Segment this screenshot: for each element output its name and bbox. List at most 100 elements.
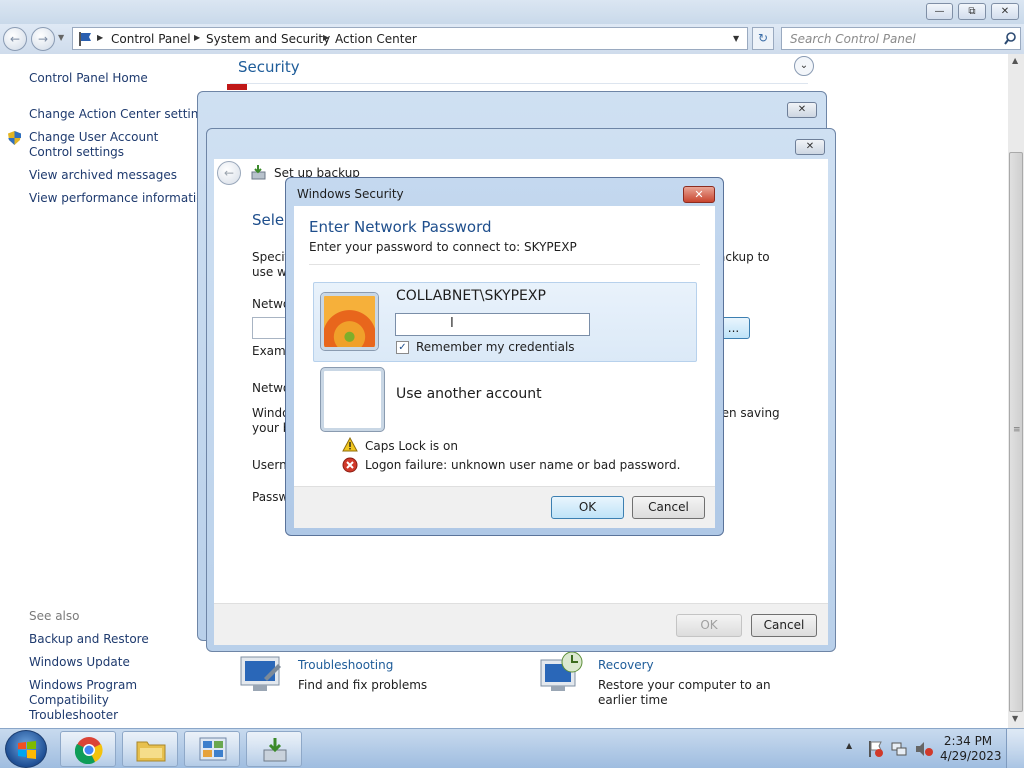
logon-failure-message: Logon failure: unknown user name or bad …	[365, 458, 681, 472]
nav-control-panel-home[interactable]: Control Panel Home	[29, 71, 148, 86]
troubleshooting-link[interactable]: Troubleshooting	[298, 658, 393, 672]
nav-view-performance-information[interactable]: View performance information	[29, 191, 211, 206]
taskbar-control-panel[interactable]	[184, 731, 240, 767]
remember-credentials-checkbox[interactable]: ✓	[396, 341, 409, 354]
windows-security-dialog: Windows Security ✕ Enter Network Passwor…	[285, 177, 724, 536]
security-dialog-divider	[309, 264, 700, 265]
forward-button[interactable]: →	[31, 27, 55, 51]
troubleshooting-icon	[240, 656, 281, 691]
scroll-up-icon[interactable]: ▲	[1012, 56, 1018, 65]
volume-muted-icon[interactable]	[914, 740, 934, 758]
security-dialog-close-button[interactable]: ✕	[683, 186, 715, 203]
system-clock[interactable]: 2:34 PM 4/29/2023	[940, 734, 1002, 764]
taskbar-chrome[interactable]	[60, 731, 116, 767]
backup-icon	[263, 738, 287, 762]
recovery-link[interactable]: Recovery	[598, 658, 654, 672]
windows-logo-icon	[18, 741, 36, 759]
restore-button[interactable]: ⧉	[958, 3, 986, 20]
nav-change-action-center-settings[interactable]: Change Action Center settings	[29, 107, 212, 122]
search-box[interactable]: Search Control Panel	[781, 27, 1021, 50]
window-title-bar: — ⧉ ✕	[0, 0, 1024, 24]
security-dialog-subtitle: Enter your password to connect to: SKYPE…	[309, 240, 577, 254]
security-dialog-title: Windows Security	[297, 187, 404, 201]
taskbar-backup[interactable]	[246, 731, 302, 767]
network-icon[interactable]	[890, 740, 908, 758]
troubleshooting-description: Find and fix problems	[298, 678, 428, 692]
behind-window-close-button[interactable]: ✕	[787, 102, 817, 118]
expand-security-chevron-icon[interactable]: ⌄	[794, 56, 814, 76]
show-hidden-icons-button[interactable]: ▲	[846, 741, 852, 750]
security-ok-button[interactable]: OK	[551, 496, 624, 519]
breadcrumb-separator[interactable]: ▶	[323, 33, 329, 42]
error-icon	[342, 457, 358, 473]
security-dialog-footer: OK Cancel	[294, 486, 715, 528]
security-status-bar	[227, 84, 247, 90]
taskbar-file-explorer[interactable]	[122, 731, 178, 767]
remember-credentials-label[interactable]: Remember my credentials	[416, 340, 575, 354]
start-button[interactable]	[5, 730, 47, 768]
uac-shield-icon	[8, 131, 21, 145]
control-panel-icon	[79, 32, 91, 46]
show-desktop-button[interactable]	[1006, 729, 1024, 768]
text-cursor-icon: I	[450, 316, 454, 331]
setup-backup-cancel-button[interactable]: Cancel	[751, 614, 817, 637]
scroll-down-icon[interactable]: ▼	[1012, 714, 1018, 723]
breadcrumb-system-security[interactable]: System and Security	[206, 32, 330, 46]
section-divider	[230, 83, 808, 84]
setup-backup-spec-text-1: Specif	[252, 250, 289, 264]
address-box[interactable]: ▶ Control Panel ▶ System and Security ▶ …	[72, 27, 748, 50]
folder-icon	[136, 741, 166, 762]
user-account-picture	[321, 293, 378, 350]
breadcrumb-action-center[interactable]: Action Center	[335, 32, 417, 46]
address-bar-row: ← → ▼ ▶ Control Panel ▶ System and Secur…	[0, 24, 1024, 54]
nav-view-archived-messages[interactable]: View archived messages	[29, 168, 177, 183]
back-button[interactable]: ←	[3, 27, 27, 51]
setup-backup-back-button[interactable]: ←	[217, 161, 241, 185]
scroll-grip-icon: ≡	[1013, 425, 1021, 435]
security-dialog-client: Enter Network Password Enter your passwo…	[294, 206, 715, 528]
nav-windows-update[interactable]: Windows Update	[29, 655, 130, 670]
chrome-icon	[75, 737, 103, 764]
another-account-picture[interactable]	[321, 368, 384, 431]
nav-change-uac-settings[interactable]: Change User Account Control settings	[29, 130, 199, 160]
setup-backup-footer: OK Cancel	[214, 603, 828, 645]
setup-backup-close-button[interactable]: ✕	[795, 139, 825, 155]
refresh-icon: ↻	[757, 31, 769, 45]
nav-program-compatibility-troubleshooter[interactable]: Windows Program Compatibility Troublesho…	[29, 678, 194, 723]
setup-backup-password-label: Passw	[252, 490, 289, 504]
scrollbar-thumb[interactable]: ≡	[1009, 152, 1023, 712]
recent-pages-dropdown[interactable]: ▼	[58, 33, 64, 42]
breadcrumb-separator[interactable]: ▶	[194, 33, 200, 42]
see-also-heading: See also	[29, 609, 80, 623]
clock-time: 2:34 PM	[943, 734, 993, 748]
warning-icon	[342, 437, 358, 452]
control-panel-icon	[199, 737, 227, 761]
nav-backup-restore[interactable]: Backup and Restore	[29, 632, 149, 647]
backup-icon	[251, 165, 266, 180]
account-name-label: COLLABNET\SKYPEXP	[396, 288, 546, 304]
breadcrumb-separator: ▶	[97, 33, 104, 42]
setup-backup-right-text: ackup to	[718, 250, 770, 264]
left-navigation-pane: Control Panel Home Change Action Center …	[0, 54, 212, 728]
recovery-icon	[540, 651, 583, 691]
close-icon: ✕	[694, 188, 704, 201]
action-center-flag-icon[interactable]	[866, 740, 884, 758]
security-cancel-button[interactable]: Cancel	[632, 496, 705, 519]
search-input[interactable]: Search Control Panel	[790, 32, 916, 46]
security-dialog-heading: Enter Network Password	[309, 218, 492, 236]
taskbar: ▲ 2:34 PM 4/29/2023	[0, 728, 1024, 768]
search-icon[interactable]	[1004, 32, 1017, 45]
recovery-description: Restore your computer to an earlier time	[598, 678, 771, 707]
refresh-button[interactable]: ↻	[752, 27, 774, 50]
address-dropdown-icon[interactable]: ▼	[733, 34, 739, 43]
breadcrumb-control-panel[interactable]: Control Panel	[111, 32, 191, 46]
setup-backup-ok-button[interactable]: OK	[676, 614, 742, 637]
password-field[interactable]	[395, 313, 590, 336]
minimize-button[interactable]: —	[926, 3, 953, 20]
setup-backup-windows-text-1: Windo	[252, 406, 290, 420]
use-another-account-label[interactable]: Use another account	[396, 386, 542, 402]
section-title-security[interactable]: Security	[238, 58, 300, 76]
clock-date: 4/29/2023	[940, 749, 1002, 763]
caps-lock-message: Caps Lock is on	[365, 439, 458, 453]
close-button[interactable]: ✕	[991, 3, 1019, 20]
